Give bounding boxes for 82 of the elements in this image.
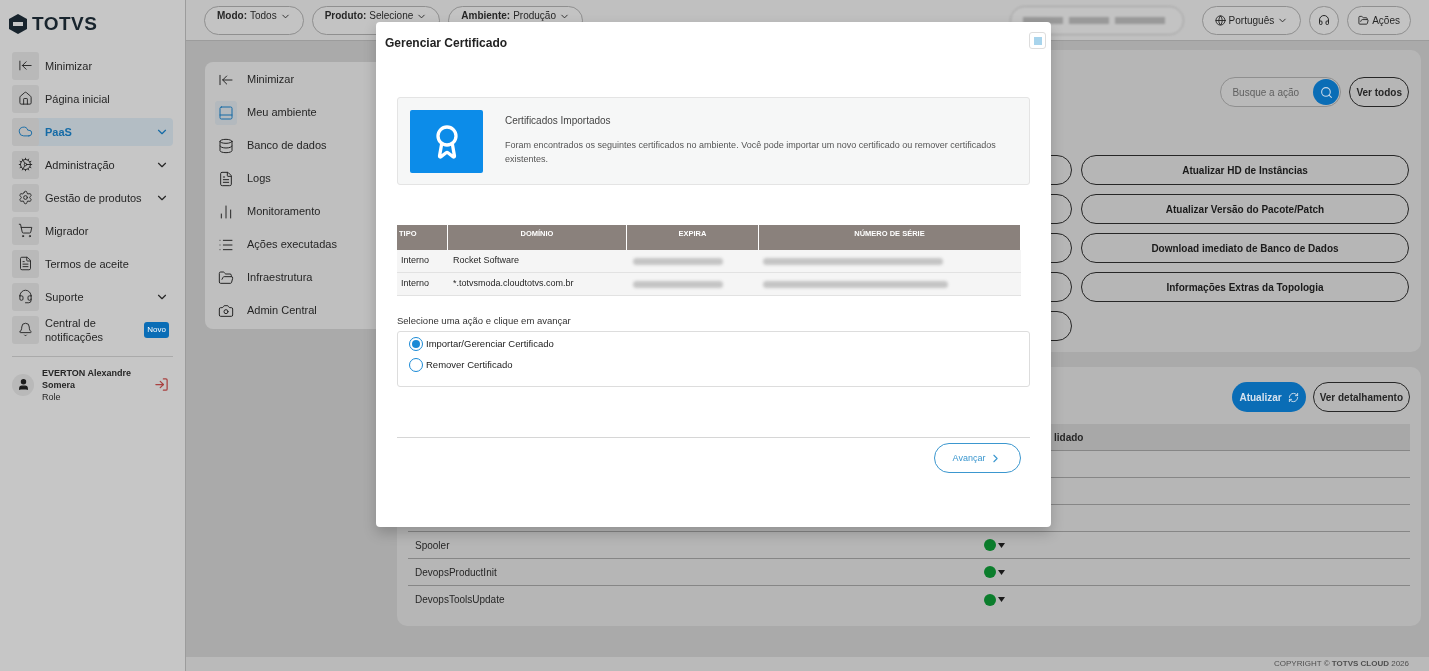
sidebar-label: Gestão de produtos [45,190,143,205]
sidebar-item[interactable]: Gestão de produtos [12,183,173,212]
submenu-label: Logs [247,171,271,187]
refresh-icon [1287,391,1299,403]
cart-icon [18,223,33,238]
sidebar-label: Termos de aceite [45,256,130,271]
headset-button[interactable] [1309,5,1340,35]
actions-button[interactable]: Ações [1347,5,1411,35]
sidebar-item[interactable]: Central de notificações Novo [12,315,173,344]
logout-icon[interactable] [154,377,169,392]
document-icon [218,170,234,187]
sidebar-item[interactable]: Minimizar [12,51,173,80]
bell-icon [18,322,33,337]
submenu-item[interactable]: Monitoramento [215,198,376,225]
sidebar-label: Central de notificações [45,315,105,344]
submenu-item[interactable]: Meu ambiente [215,99,376,126]
home-icon [18,91,33,106]
submenu-label: Admin Central [247,303,317,319]
document-icon [18,256,33,271]
bar-chart-icon [218,203,234,220]
submenu-label: Monitoramento [247,204,321,220]
submenu-item[interactable]: Admin Central [215,297,376,324]
table-cell-text: Interno [400,277,431,291]
submenu-item[interactable]: Infraestrutura [215,264,376,291]
logo-icon [8,13,28,36]
caret-icon[interactable] [998,597,1005,602]
brand-name: TOTVS [32,12,98,36]
database-icon [218,137,234,154]
refresh-button[interactable]: Atualizar [1232,382,1306,412]
gear-icon [18,190,33,205]
minimize-icon [18,58,33,73]
service-name: Spooler [414,538,451,553]
sidebar-item[interactable]: Migrador [12,216,173,245]
copyright-text: COPYRIGHT © TOTVS CLOUD 2026 [1274,658,1409,670]
submenu-label: Minimizar [247,72,295,88]
folder-icon [1358,14,1370,26]
sidebar-item[interactable]: Página inicial [12,84,173,113]
service-name: DevopsProductInit [414,565,498,580]
submenu-label: Infraestrutura [247,270,313,286]
info-title: Certificados Importados [505,114,612,128]
submenu-label: Ações executadas [247,237,337,253]
headset-icon [18,289,33,304]
search-icon [1319,85,1333,99]
table-cell-text: Rocket Software [452,254,521,268]
sidebar-item[interactable]: Administração [12,150,173,179]
sidebar-label: Migrador [45,223,90,238]
user-role: Role [42,390,62,403]
user-name: EVERTON Alexandre Somera [42,366,133,391]
sidebar-label: Minimizar [45,58,94,73]
column-header: lidado [1054,430,1084,445]
service-name: DevopsToolsUpdate [414,593,506,607]
submenu-item[interactable]: Minimizar [215,66,376,93]
caret-icon[interactable] [998,569,1005,575]
submenu-item[interactable]: Logs [215,165,376,192]
globe-icon [1214,14,1226,26]
submenu-label: Banco de dados [247,138,327,154]
sidebar-label: Administração [45,157,116,172]
filter-dropdown[interactable]: Modo: Todos [204,5,304,35]
submenu-label: Meu ambiente [247,105,317,121]
radio-option[interactable]: Importar/Gerenciar Certificado [409,337,554,352]
sidebar-label: PaaS [45,124,73,139]
sidebar-label: Página inicial [45,91,111,106]
submenu-item[interactable]: Banco de dados [215,132,376,159]
radio-option[interactable]: Remover Certificado [409,357,513,372]
sidebar-item[interactable]: Suporte [12,282,173,311]
caret-icon[interactable] [998,542,1005,548]
submenu-item[interactable]: Ações executadas [215,231,376,258]
language-dropdown[interactable]: Português [1201,5,1302,35]
prompt-text: Selecione uma ação e clique em avançar [397,314,572,328]
panel-icon [218,104,234,121]
folder-icon [218,269,234,286]
sidebar-item[interactable]: Termos de aceite [12,249,173,278]
cloud-icon [18,124,33,139]
table-cell-text: Interno [400,254,431,268]
headphones-icon [1318,14,1331,26]
user-avatar-icon [16,378,30,391]
info-text: Foram encontrados os seguintes certificados no ambiente. Você pode importar um novo certificado ou remover certificados existentes. [505,139,997,166]
camera-icon [218,302,234,319]
table-cell-text: *.totvsmoda.cloudtotvs.com.br [452,277,575,291]
new-badge: Novo [144,321,169,338]
modal-title: Gerenciar Certificado [385,35,508,52]
sidebar-label: Suporte [45,289,85,304]
